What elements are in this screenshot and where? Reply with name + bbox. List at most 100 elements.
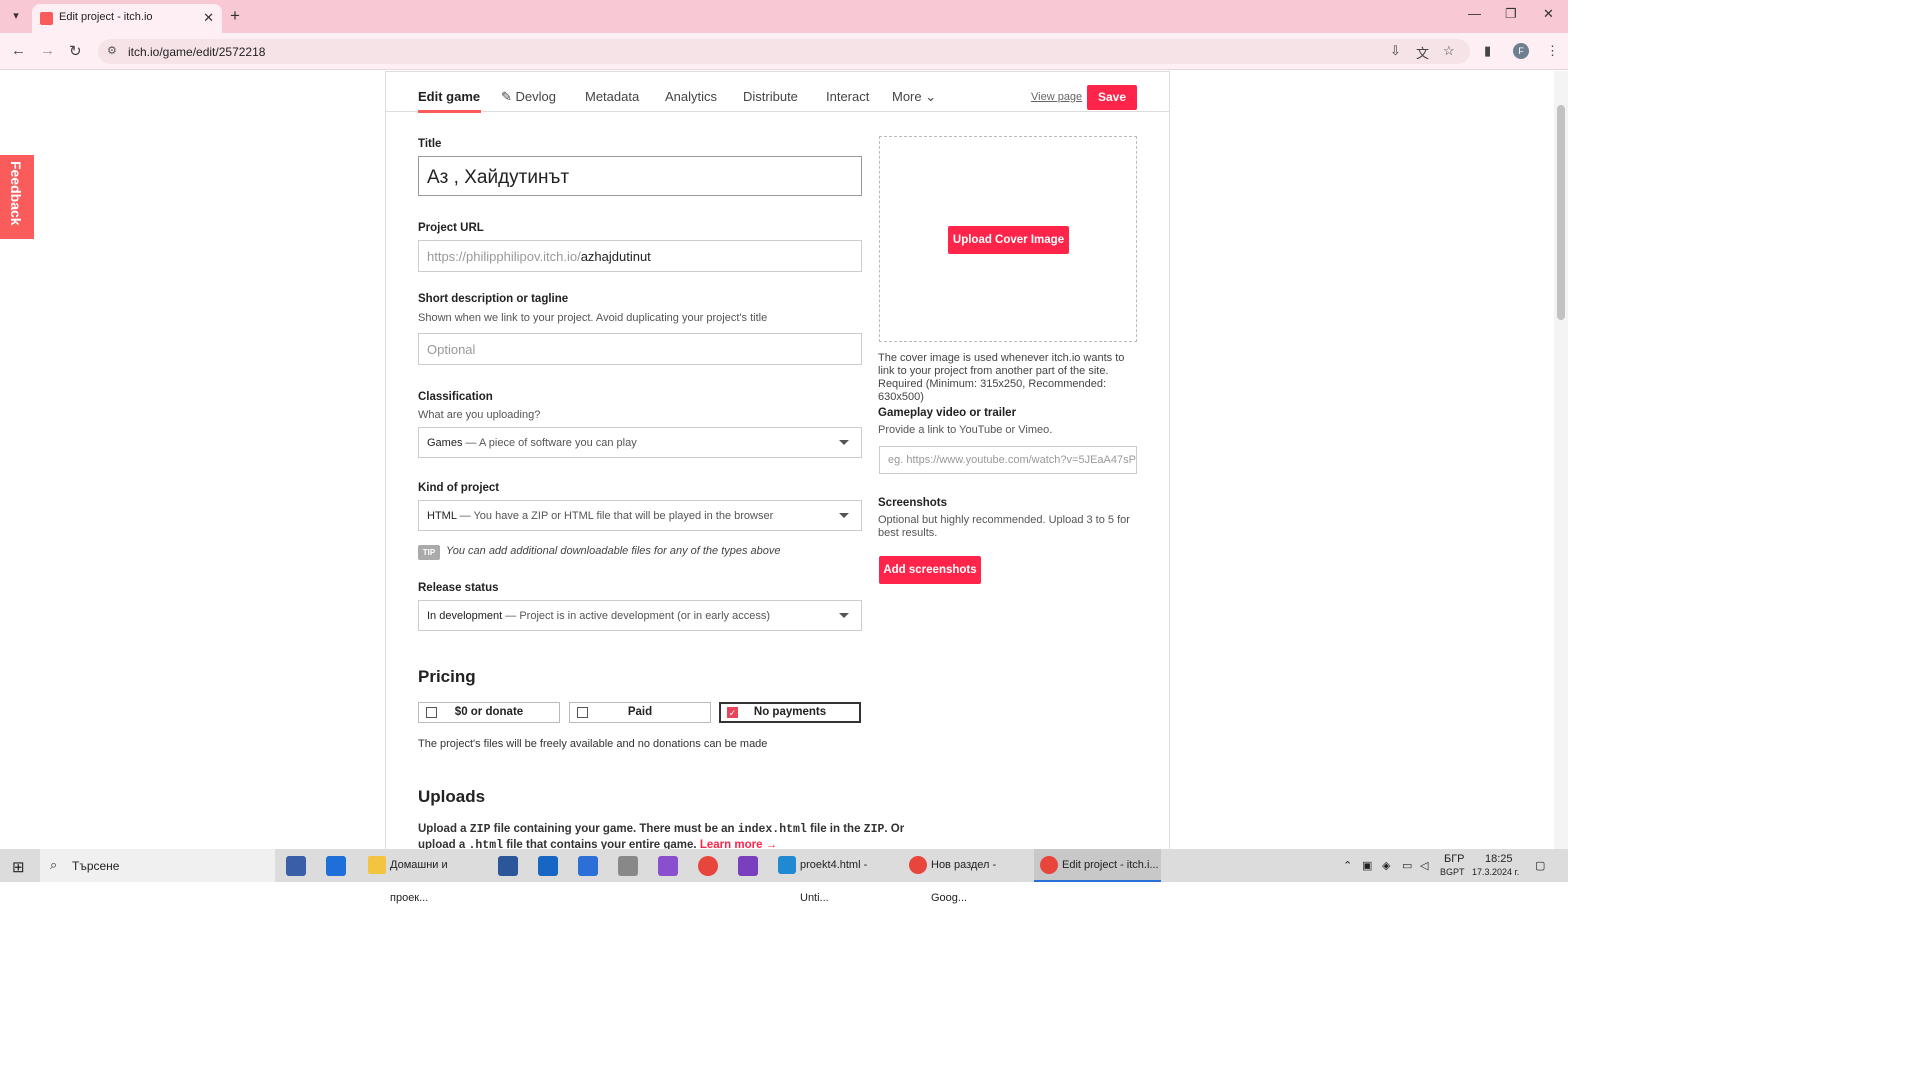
notification-icon[interactable]: ▢ — [1535, 859, 1545, 872]
tab-metadata[interactable]: Metadata — [585, 89, 639, 104]
view-page-link[interactable]: View page — [1031, 91, 1082, 103]
tray-chevron-icon[interactable]: ⌃ — [1343, 859, 1352, 872]
tab-close-icon[interactable]: ✕ — [203, 10, 214, 26]
uploads-help-2: upload a .html file that contains your e… — [418, 839, 778, 849]
reload-icon[interactable]: ↻ — [69, 42, 82, 60]
taskbar-window-chrome-itchio[interactable]: Edit project - itch.i... — [1034, 849, 1161, 882]
calculator-app-icon[interactable] — [286, 856, 306, 876]
app-icon[interactable] — [618, 856, 638, 876]
edit-game-panel: Edit game ✎ Devlog Metadata Analytics Di… — [385, 71, 1170, 849]
active-tab-indicator — [418, 110, 481, 113]
video-url-input[interactable]: eg. https://www.youtube.com/watch?v=5JEa… — [879, 446, 1137, 474]
page-scrollbar[interactable] — [1554, 71, 1568, 849]
add-screenshots-button[interactable]: Add screenshots — [879, 556, 981, 584]
windows-taskbar: ⊞ ⌕ Търсене Домашни и проек... proekt4.h… — [0, 849, 1568, 904]
word-app-icon[interactable] — [498, 856, 518, 876]
restore-icon[interactable]: ❐ — [1505, 6, 1517, 22]
tip-badge: TIP — [418, 545, 440, 560]
page-viewport: Feedback Edit game ✎ Devlog Metadata Ana… — [0, 71, 1568, 849]
taskbar-search[interactable]: ⌕ Търсене — [40, 849, 275, 882]
tip-text: You can add additional downloadable file… — [446, 545, 781, 557]
kind-select[interactable]: HTML — You have a ZIP or HTML file that … — [418, 500, 862, 531]
browser-menu-icon[interactable]: ⋮ — [1546, 43, 1559, 59]
folder-icon — [368, 856, 386, 874]
chrome-icon — [1040, 856, 1058, 874]
window-close-icon[interactable]: ✕ — [1543, 6, 1554, 22]
news-app-icon[interactable] — [578, 856, 598, 876]
forward-icon[interactable]: → — [40, 42, 55, 59]
itchio-favicon-icon — [40, 12, 53, 25]
network-icon[interactable]: ▭ — [1402, 859, 1412, 872]
cover-image-dropzone[interactable]: Upload Cover Image — [879, 136, 1137, 342]
kind-label: Kind of project — [418, 482, 500, 494]
classification-select[interactable]: Games — A piece of software you can play — [418, 427, 862, 458]
tab-strip: ▾ Edit project - itch.io ✕ + — ❐ ✕ — [0, 0, 1568, 33]
address-bar[interactable]: ⚙ itch.io/game/edit/2572218 ⇩ 文 ☆ — [98, 39, 1470, 64]
url-prefix: https://philipphilipov.itch.io/ — [427, 249, 581, 264]
new-tab-icon[interactable]: + — [230, 6, 240, 26]
volume-icon[interactable]: ◁ — [1420, 859, 1428, 872]
price-option-paid[interactable]: Paid — [569, 702, 711, 723]
learn-more-link[interactable]: Learn more → — [700, 839, 777, 849]
classification-help: What are you uploading? — [418, 409, 541, 421]
tray-icon[interactable]: ▣ — [1362, 859, 1372, 872]
tab-distribute[interactable]: Distribute — [743, 89, 798, 104]
visual-studio-icon[interactable] — [658, 856, 678, 876]
taskbar-window-chrome-newtab[interactable]: Нов раздел - Goog... — [903, 849, 1028, 904]
taskbar-window-vscode[interactable]: proekt4.html - Unti... — [772, 849, 897, 904]
clock-date[interactable]: 17.3.2024 г. — [1472, 867, 1519, 877]
dropdown-arrow-icon — [839, 513, 849, 518]
title-label: Title — [418, 138, 442, 150]
tab-edit-game[interactable]: Edit game — [418, 89, 480, 104]
minimize-icon[interactable]: — — [1468, 6, 1481, 21]
install-app-icon[interactable]: ⇩ — [1390, 43, 1401, 59]
chrome-icon — [909, 856, 927, 874]
price-option-donate[interactable]: $0 or donate — [418, 702, 560, 723]
store-app-icon[interactable] — [326, 856, 346, 876]
edit-icon: ✎ — [501, 89, 516, 104]
video-label: Gameplay video or trailer — [878, 407, 1017, 419]
short-desc-input[interactable]: Optional — [418, 333, 862, 365]
tab-analytics[interactable]: Analytics — [665, 89, 717, 104]
tab-title: Edit project - itch.io — [59, 11, 153, 23]
upload-cover-button[interactable]: Upload Cover Image — [948, 226, 1069, 254]
keyboard-layout[interactable]: BGPT — [1440, 867, 1465, 877]
title-input[interactable]: Аз , Хайдутинът — [418, 156, 862, 196]
tray-icon[interactable]: ◈ — [1382, 859, 1390, 872]
tab-interact[interactable]: Interact — [826, 89, 869, 104]
screenshots-label: Screenshots — [878, 497, 948, 509]
language-indicator[interactable]: БГР — [1444, 853, 1465, 865]
uploads-help-1: Upload a ZIP file containing your game. … — [418, 823, 905, 836]
price-option-no-payments[interactable]: ✓ No payments — [719, 702, 861, 723]
release-label: Release status — [418, 582, 499, 594]
site-info-icon[interactable]: ⚙ — [107, 44, 117, 57]
chrome-icon[interactable] — [698, 856, 718, 876]
tab-search-icon[interactable]: ▾ — [6, 6, 26, 26]
project-url-input[interactable]: https://philipphilipov.itch.io/azhajduti… — [418, 240, 862, 272]
translate-icon[interactable]: 文 — [1416, 43, 1429, 62]
release-select[interactable]: In development — Project is in active de… — [418, 600, 862, 631]
uploads-heading: Uploads — [418, 787, 486, 806]
back-icon[interactable]: ← — [11, 42, 26, 59]
url-text: itch.io/game/edit/2572218 — [128, 45, 266, 59]
taskbar-window-explorer[interactable]: Домашни и проек... — [362, 849, 484, 904]
mail-app-icon[interactable] — [538, 856, 558, 876]
edit-nav: Edit game ✎ Devlog Metadata Analytics Di… — [386, 71, 1169, 113]
windows-start-icon[interactable]: ⊞ — [12, 858, 25, 876]
bookmark-star-icon[interactable]: ☆ — [1443, 43, 1455, 59]
visual-studio-icon[interactable] — [738, 856, 758, 876]
search-icon: ⌕ — [50, 857, 58, 872]
profile-avatar[interactable]: F — [1513, 43, 1529, 59]
tab-more[interactable]: More ⌄ — [892, 89, 936, 105]
tab-devlog[interactable]: ✎ Devlog — [501, 89, 556, 105]
pricing-heading: Pricing — [418, 667, 476, 686]
pricing-note: The project's files will be freely avail… — [418, 738, 768, 750]
title-value: Аз , Хайдутинът — [427, 167, 570, 188]
save-button[interactable]: Save — [1087, 85, 1137, 110]
side-panel-icon[interactable]: ▮ — [1484, 43, 1491, 59]
screenshots-help: Optional but highly recommended. Upload … — [878, 514, 1130, 539]
clock-time[interactable]: 18:25 — [1485, 853, 1513, 865]
browser-tab-active[interactable]: Edit project - itch.io ✕ — [32, 4, 222, 33]
scrollbar-thumb[interactable] — [1557, 105, 1565, 320]
feedback-tab[interactable]: Feedback — [0, 155, 34, 239]
